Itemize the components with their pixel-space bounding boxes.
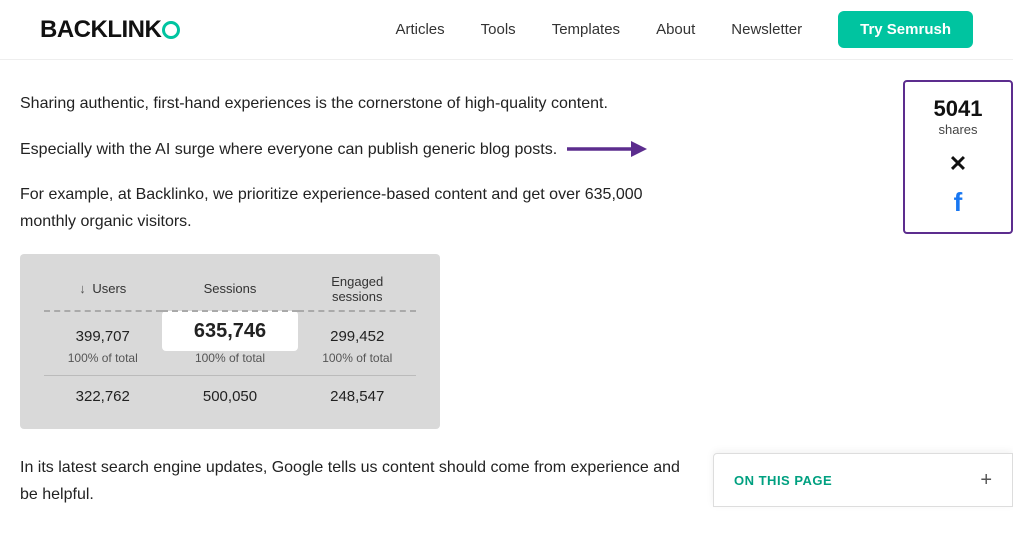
cell-engaged-1-sub: 100% of total: [298, 351, 416, 376]
purple-arrow-icon: [567, 135, 647, 163]
article-para2: Especially with the AI surge where every…: [20, 136, 557, 163]
logo-o-icon: [162, 21, 180, 39]
nav-templates[interactable]: Templates: [552, 21, 620, 38]
table-row-1: 399,707 635,746 299,452: [44, 311, 416, 351]
nav-about[interactable]: About: [656, 21, 695, 38]
sort-arrow-icon: ↓: [79, 281, 86, 296]
cell-users-1-sub: 100% of total: [44, 351, 162, 376]
main-nav: Articles Tools Templates About Newslette…: [395, 11, 973, 48]
col-engaged-header: Engagedsessions: [298, 274, 416, 311]
article-para3: For example, at Backlinko, we prioritize…: [20, 181, 680, 235]
cell-engaged-2: 248,547: [298, 375, 416, 409]
col-users-header: ↓ Users: [44, 274, 162, 311]
try-semrush-button[interactable]: Try Semrush: [838, 11, 973, 48]
on-this-page-bar[interactable]: ON THIS PAGE +: [713, 453, 1013, 507]
x-twitter-icon[interactable]: ✕: [949, 151, 967, 177]
col-sessions-header: Sessions: [162, 274, 299, 311]
table-row-1-sub: 100% of total 100% of total 100% of tota…: [44, 351, 416, 376]
share-count: 5041: [915, 96, 1001, 122]
article-para1: Sharing authentic, first-hand experience…: [20, 90, 680, 117]
cell-engaged-1: 299,452: [298, 311, 416, 351]
cell-sessions-1: 635,746: [162, 311, 299, 351]
social-icons: ✕ f: [915, 151, 1001, 218]
share-widget: 5041 shares ✕ f: [903, 80, 1013, 234]
nav-tools[interactable]: Tools: [481, 21, 516, 38]
analytics-table-container: ↓ Users Sessions Engagedsessions 399,707…: [20, 254, 440, 429]
cell-sessions-1-sub: 100% of total: [162, 351, 299, 376]
share-label: shares: [915, 122, 1001, 137]
analytics-table: ↓ Users Sessions Engagedsessions 399,707…: [44, 274, 416, 409]
article-para4: In its latest search engine updates, Goo…: [20, 454, 680, 508]
nav-newsletter[interactable]: Newsletter: [731, 21, 802, 38]
table-row-2: 322,762 500,050 248,547: [44, 375, 416, 409]
site-header: BACKLINK Articles Tools Templates About …: [0, 0, 1013, 60]
cell-users-2: 322,762: [44, 375, 162, 409]
cell-sessions-2: 500,050: [162, 375, 299, 409]
on-this-page-label: ON THIS PAGE: [734, 473, 832, 488]
article-para2-with-arrow: Especially with the AI surge where every…: [20, 135, 680, 163]
nav-articles[interactable]: Articles: [395, 21, 444, 38]
article-body: Sharing authentic, first-hand experience…: [20, 90, 700, 526]
cell-users-1: 399,707: [44, 311, 162, 351]
facebook-icon[interactable]: f: [954, 187, 963, 218]
site-logo[interactable]: BACKLINK: [40, 16, 180, 44]
expand-icon[interactable]: +: [980, 470, 992, 490]
